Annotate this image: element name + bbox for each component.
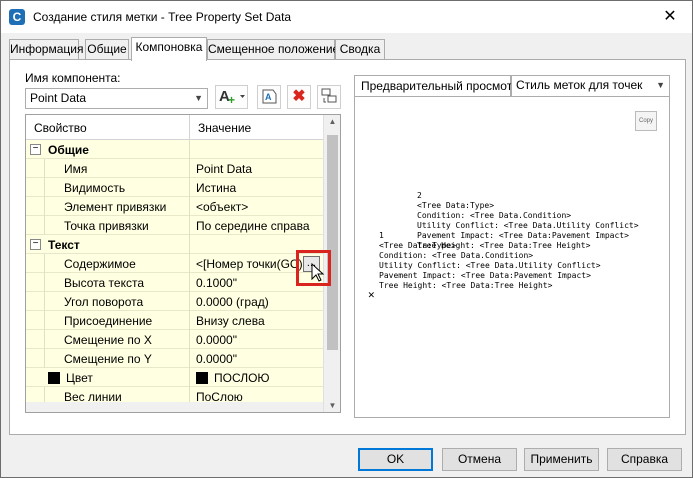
copy-component-button[interactable]: A — [257, 85, 281, 109]
property-grid: Свойство Значение − Общие Имя Point Data… — [25, 114, 341, 413]
cancel-button[interactable]: Отмена — [442, 448, 517, 471]
tab-layout[interactable]: Компоновка — [131, 37, 207, 61]
component-name-value: Point Data — [30, 91, 87, 105]
svg-text:A: A — [265, 92, 272, 102]
component-name-select[interactable]: Point Data ▼ — [25, 88, 208, 109]
property-row[interactable]: Видимость Истина — [26, 178, 323, 197]
component-name-label: Имя компонента: — [25, 71, 121, 85]
tab-dragged-state[interactable]: Смещенное положение — [207, 39, 339, 60]
scroll-up-icon[interactable]: ▲ — [324, 117, 340, 126]
group-row-text[interactable]: − Текст — [26, 235, 323, 254]
component-draw-order-button[interactable] — [317, 85, 341, 109]
scroll-down-icon[interactable]: ▼ — [324, 401, 340, 410]
preview-style-value: Стиль меток для точек — [516, 78, 643, 92]
chevron-down-icon: ▼ — [194, 93, 203, 103]
draw-order-icon — [321, 88, 337, 103]
preview-style-select[interactable]: Стиль меток для точек ▼ — [511, 75, 670, 97]
point-marker-icon: ✕ — [368, 288, 375, 301]
property-row-color[interactable]: Цвет ПОСЛОЮ — [26, 368, 323, 387]
tab-information[interactable]: Информация — [9, 39, 83, 60]
civil3d-app-icon: C — [9, 9, 25, 25]
property-row[interactable]: Имя Point Data — [26, 159, 323, 178]
grid-header: Свойство Значение — [26, 115, 323, 140]
property-row[interactable]: Угол поворота 0.0000 (град) — [26, 292, 323, 311]
property-row[interactable]: Высота текста 0.1000" — [26, 273, 323, 292]
column-header-property: Свойство — [34, 121, 87, 135]
color-swatch — [196, 372, 208, 384]
svg-text:+: + — [228, 93, 235, 106]
color-swatch — [48, 372, 60, 384]
apply-button[interactable]: Применить — [524, 448, 599, 471]
delete-icon: ✖ — [292, 88, 306, 105]
preview-label-text: 1 <Tree Data:Type> Condition: <Tree Data… — [379, 231, 601, 290]
mouse-cursor-icon — [311, 263, 325, 282]
group-row-general[interactable]: − Общие — [26, 140, 323, 159]
copy-text-icon: A — [262, 89, 277, 104]
text-add-icon: A + — [219, 88, 245, 107]
property-row[interactable]: Смещение по Y 0.0000" — [26, 349, 323, 368]
property-row[interactable]: Элемент привязки <объект> — [26, 197, 323, 216]
horizontal-scrollbar[interactable] — [26, 402, 323, 412]
help-button[interactable]: Справка — [607, 448, 682, 471]
property-row[interactable]: Смещение по X 0.0000" — [26, 330, 323, 349]
collapse-icon[interactable]: − — [30, 239, 41, 250]
chevron-down-icon: ▼ — [656, 80, 665, 90]
tab-summary[interactable]: Сводка — [335, 39, 385, 60]
add-component-button[interactable]: A + — [215, 85, 248, 109]
delete-component-button[interactable]: ✖ — [287, 85, 311, 109]
tab-preview[interactable]: Предварительный просмотр — [354, 75, 519, 97]
property-row[interactable]: Точка привязки По середине справа — [26, 216, 323, 235]
dialog-window: C Создание стиля метки - Tree Property S… — [0, 0, 693, 478]
column-header-value: Значение — [198, 121, 252, 135]
collapse-icon[interactable]: − — [30, 144, 41, 155]
property-row[interactable]: Присоединение Внизу слева — [26, 311, 323, 330]
property-row-contents[interactable]: Содержимое <[Номер точки(GC) — [26, 254, 323, 273]
title-bar: C Создание стиля метки - Tree Property S… — [1, 1, 692, 33]
copy-preview-button[interactable]: Copy — [635, 111, 657, 131]
window-title: Создание стиля метки - Tree Property Set… — [33, 10, 292, 24]
close-icon[interactable]: ✕ — [656, 4, 684, 30]
preview-pane: Copy 2 <Tree Data:Type> Condition: <Tree… — [354, 96, 670, 418]
scrollbar-thumb[interactable] — [327, 135, 338, 350]
tab-general[interactable]: Общие — [85, 39, 129, 60]
ok-button[interactable]: OK — [358, 448, 433, 471]
